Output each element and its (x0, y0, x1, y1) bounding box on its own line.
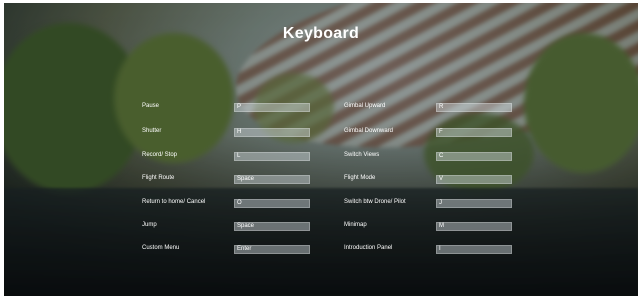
label-shutter: Shutter (142, 128, 162, 134)
label-gimbal-downward: Gimbal Downward (344, 128, 394, 134)
key-field-switch-drone-pilot[interactable]: J (436, 199, 512, 208)
label-record-stop: Record/ Stop (142, 152, 178, 158)
label-jump: Jump (142, 222, 157, 228)
key-field-return-home[interactable]: O (234, 199, 310, 208)
page-title: Keyboard (282, 25, 360, 42)
key-field-gimbal-downward[interactable]: F (436, 128, 512, 137)
key-field-flight-mode[interactable]: V (436, 175, 512, 184)
key-field-custom-menu[interactable]: Enter (234, 245, 310, 254)
label-switch-drone-pilot: Switch btw Drone/ Pilot (344, 199, 406, 205)
background-scene (4, 3, 638, 296)
label-flight-route: Flight Route (142, 175, 175, 181)
dim-overlay (4, 3, 638, 296)
label-minimap: Minimap (344, 222, 367, 228)
key-field-minimap[interactable]: M (436, 222, 512, 231)
label-gimbal-upward: Gimbal Upward (344, 103, 386, 109)
label-custom-menu: Custom Menu (142, 245, 180, 251)
key-field-gimbal-upward[interactable]: R (436, 103, 512, 112)
key-field-shutter[interactable]: H (234, 128, 310, 137)
key-field-introduction-panel[interactable]: I (436, 245, 512, 254)
game-viewport: Keyboard Pause P Shutter H Record/ Stop … (4, 3, 638, 296)
label-flight-mode: Flight Mode (344, 175, 376, 181)
label-switch-views: Switch Views (344, 152, 380, 158)
key-field-jump[interactable]: Space (234, 222, 310, 231)
key-field-flight-route[interactable]: Space (234, 175, 310, 184)
key-field-record-stop[interactable]: L (234, 152, 310, 161)
label-introduction-panel: Introduction Panel (344, 245, 393, 251)
key-field-pause[interactable]: P (234, 103, 310, 112)
label-return-home: Return to home/ Cancel (142, 199, 206, 205)
key-field-switch-views[interactable]: C (436, 152, 512, 161)
label-pause: Pause (142, 103, 160, 109)
